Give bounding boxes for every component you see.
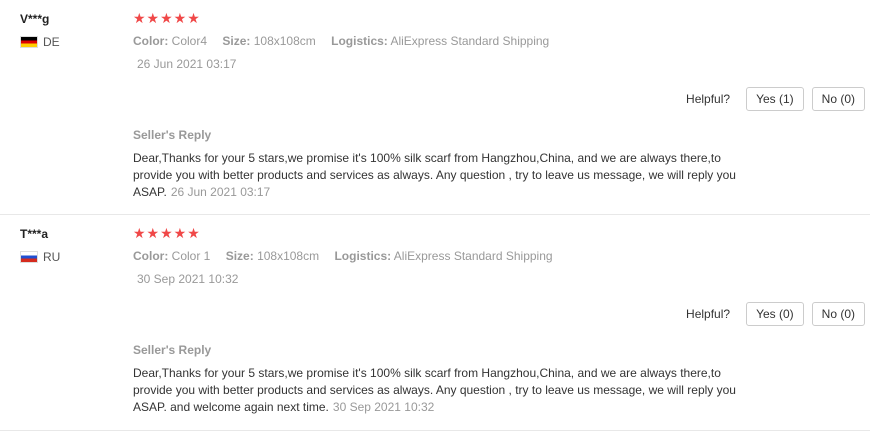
helpful-label: Helpful?: [686, 92, 731, 106]
seller-reply-title: Seller's Reply: [133, 343, 212, 357]
review-item: T***a RU ★★★★★ Color: Color 1 Size: 108x…: [0, 215, 870, 431]
logistics-value: AliExpress Standard Shipping: [390, 34, 550, 48]
seller-reply: Seller's Reply Dear,Thanks for your 5 st…: [133, 343, 753, 416]
helpful-votes: Helpful? Yes (0) No (0): [686, 302, 865, 326]
size-label: Size:: [222, 34, 251, 48]
size-value: 108x108cm: [257, 249, 320, 263]
review-main: ★★★★★ Color: Color 1 Size: 108x108cm Log…: [133, 225, 870, 286]
size-label: Size:: [225, 249, 254, 263]
seller-reply-title: Seller's Reply: [133, 128, 212, 142]
helpful-no-button[interactable]: No (0): [811, 302, 865, 326]
helpful-votes: Helpful? Yes (1) No (0): [686, 87, 865, 111]
color-label: Color:: [133, 34, 169, 48]
review-date: 26 Jun 2021 03:17: [137, 57, 237, 71]
review-item: V***g DE ★★★★★ Color: Color4 Size: 108x1…: [0, 0, 870, 215]
review-main: ★★★★★ Color: Color4 Size: 108x108cm Logi…: [133, 10, 870, 71]
reply-date: 26 Jun 2021 03:17: [170, 185, 271, 199]
seller-reply: Seller's Reply Dear,Thanks for your 5 st…: [133, 128, 753, 201]
review-date: 30 Sep 2021 10:32: [137, 272, 239, 286]
helpful-yes-button[interactable]: Yes (0): [746, 302, 804, 326]
helpful-yes-button[interactable]: Yes (1): [746, 87, 804, 111]
seller-reply-text: Dear,Thanks for your 5 stars,we promise …: [133, 150, 753, 201]
reviewer-name: T***a: [20, 227, 49, 241]
russia-flag-icon: [20, 251, 38, 263]
order-properties: Color: Color4 Size: 108x108cm Logistics:…: [133, 34, 870, 48]
reply-date: 30 Sep 2021 10:32: [332, 400, 435, 414]
logistics-label: Logistics:: [331, 34, 388, 48]
germany-flag-icon: [20, 36, 38, 48]
reviewer-country: RU: [20, 250, 60, 264]
star-rating: ★★★★★: [133, 225, 201, 241]
helpful-no-button[interactable]: No (0): [811, 87, 865, 111]
color-label: Color:: [133, 249, 169, 263]
reviewer-info: V***g DE: [20, 12, 60, 49]
reviewer-country: DE: [20, 35, 60, 49]
order-properties: Color: Color 1 Size: 108x108cm Logistics…: [133, 249, 870, 263]
size-value: 108x108cm: [253, 34, 316, 48]
reply-body: Dear,Thanks for your 5 stars,we promise …: [133, 366, 736, 414]
color-value: Color4: [171, 34, 208, 48]
star-rating: ★★★★★: [133, 10, 201, 26]
helpful-label: Helpful?: [686, 307, 731, 321]
color-value: Color 1: [171, 249, 211, 263]
reviewer-name: V***g: [20, 12, 50, 26]
seller-reply-text: Dear,Thanks for your 5 stars,we promise …: [133, 365, 753, 416]
reviewer-info: T***a RU: [20, 227, 60, 264]
country-code: DE: [43, 35, 60, 49]
logistics-label: Logistics:: [334, 249, 392, 263]
country-code: RU: [43, 250, 61, 264]
logistics-value: AliExpress Standard Shipping: [393, 249, 553, 263]
